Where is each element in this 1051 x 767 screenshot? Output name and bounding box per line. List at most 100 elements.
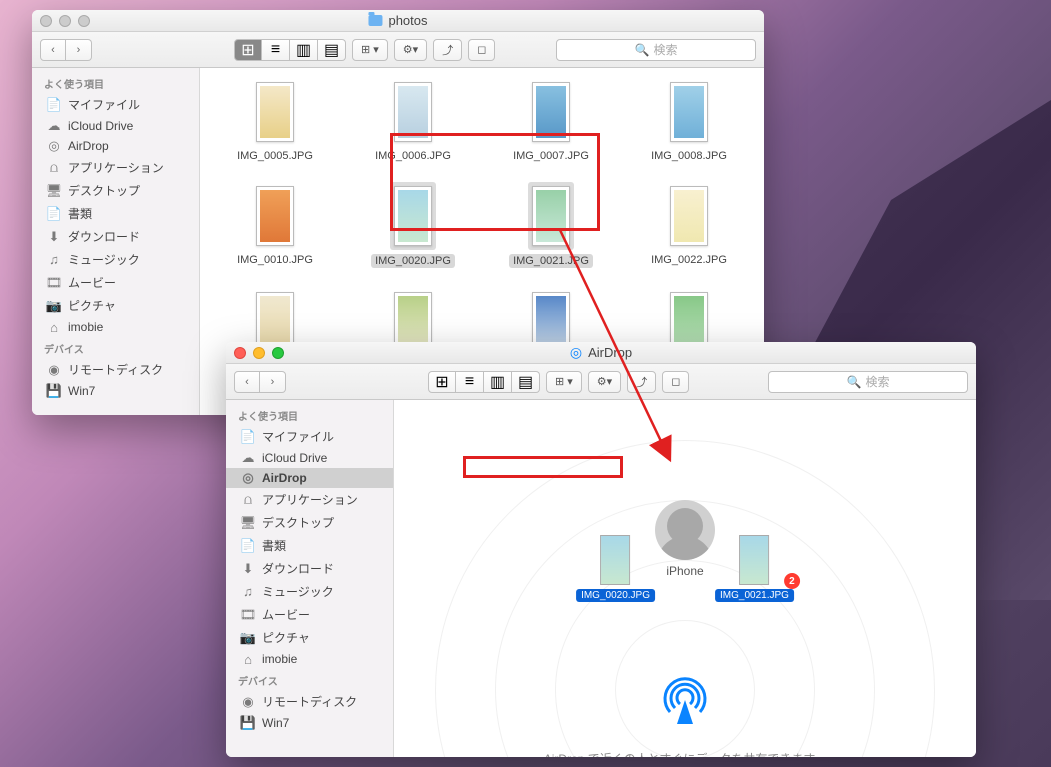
minimize-button[interactable] [253,347,265,359]
file-label: IMG_0022.JPG [651,254,727,266]
forward-button[interactable]: › [66,39,92,61]
close-button[interactable] [40,15,52,27]
file-label: IMG_0021.JPG [715,589,794,602]
sidebar-item-movie[interactable]: 🎞 ムービー [32,271,199,294]
sidebar-item-doc[interactable]: 📄 書類 [226,534,393,557]
sidebar-item-music[interactable]: ♫ ミュージック [226,580,393,603]
toolbar: ‹ › ⊞ ≡ ▥ ▤ ⊞ ▾ ⚙ ▾ ⤴ ◻ 🔍 検索 [32,32,764,68]
sidebar-item-apps[interactable]: ⩍ アプリケーション [32,156,199,179]
zoom-button[interactable] [78,15,90,27]
sidebar-item-disc[interactable]: ◉ リモートディスク [226,690,393,713]
file-item[interactable]: IMG_0020.JPG [367,178,459,272]
sidebar-header-devices: デバイス [32,337,199,358]
sidebar-item-pic[interactable]: 📷 ピクチャ [226,626,393,649]
file-item[interactable]: IMG_0022.JPG [647,178,731,272]
sidebar-item-disk[interactable]: 💾 Win7 [32,381,199,401]
disk-icon: 💾 [240,716,256,730]
arrange-button[interactable]: ⊞ ▾ [546,371,582,393]
sidebar-item-cloud[interactable]: ☁ iCloud Drive [32,116,199,136]
sidebar-item-desktop[interactable]: 🖥 デスクトップ [226,511,393,534]
file-item[interactable]: IMG_0021.JPG [505,178,597,272]
view-coverflow-button[interactable]: ▤ [512,371,540,393]
disc-icon: ◉ [46,363,62,377]
file-label: IMG_0020.JPG [371,254,455,268]
file-item[interactable]: IMG_0006.JPG [371,74,455,166]
view-column-button[interactable]: ▥ [290,39,318,61]
view-column-button[interactable]: ▥ [484,371,512,393]
window-title: photos [368,13,427,28]
movie-icon: 🎞 [240,608,256,622]
pic-icon: 📷 [46,299,62,313]
file-item[interactable]: IMG_0010.JPG [233,178,317,272]
file-item[interactable]: IMG_0008.JPG [647,74,731,166]
sidebar-header-devices: デバイス [226,669,393,690]
file-item[interactable]: IMG_0005.JPG [233,74,317,166]
dragged-file[interactable]: IMG_0021.JPG 2 [715,535,794,602]
sidebar-item-airdrop[interactable]: ◎ AirDrop [32,136,199,156]
search-input[interactable]: 🔍 検索 [556,39,756,61]
view-list-button[interactable]: ≡ [262,39,290,61]
sidebar-item-doc[interactable]: 📄 書類 [32,202,199,225]
sidebar-item-label: iCloud Drive [262,451,327,465]
tag-button[interactable]: ◻ [662,371,689,393]
view-icon-button[interactable]: ⊞ [234,39,262,61]
back-button[interactable]: ‹ [234,371,260,393]
sidebar-item-label: アプリケーション [68,159,164,176]
sidebar-item-doc[interactable]: 📄 マイファイル [226,425,393,448]
view-icon-button[interactable]: ⊞ [428,371,456,393]
minimize-button[interactable] [59,15,71,27]
view-coverflow-button[interactable]: ▤ [318,39,346,61]
view-list-button[interactable]: ≡ [456,371,484,393]
airdrop-content[interactable]: iPhone IMG_0020.JPG IMG_0021.JPG 2 [394,400,976,757]
sidebar-item-label: ピクチャ [68,297,116,314]
sidebar-item-music[interactable]: ♫ ミュージック [32,248,199,271]
sidebar-item-disc[interactable]: ◉ リモートディスク [32,358,199,381]
sidebar-item-download[interactable]: ⬇ ダウンロード [32,225,199,248]
thumbnail-icon [670,186,708,246]
doc-icon: 📄 [240,430,256,444]
sidebar-item-cloud[interactable]: ☁ iCloud Drive [226,448,393,468]
action-button[interactable]: ⚙ ▾ [394,39,427,61]
sidebar-item-label: AirDrop [68,139,109,153]
dragged-file[interactable]: IMG_0020.JPG [576,535,655,602]
finder-window-airdrop: ◎ AirDrop ‹ › ⊞ ≡ ▥ ▤ ⊞ ▾ ⚙ ▾ ⤴ ◻ 🔍 検索 よ… [226,342,976,757]
sidebar-item-home[interactable]: ⌂ imobie [32,317,199,337]
forward-button[interactable]: › [260,371,286,393]
zoom-button[interactable] [272,347,284,359]
sidebar-item-doc[interactable]: 📄 マイファイル [32,93,199,116]
toolbar: ‹ › ⊞ ≡ ▥ ▤ ⊞ ▾ ⚙ ▾ ⤴ ◻ 🔍 検索 [226,364,976,400]
thumbnail-icon [394,82,432,142]
file-label: IMG_0006.JPG [375,150,451,162]
arrange-button[interactable]: ⊞ ▾ [352,39,388,61]
sidebar-item-label: リモートディスク [68,361,163,378]
doc-icon: 📄 [240,539,256,553]
music-icon: ♫ [46,253,62,267]
sidebar-header-favorites: よく使う項目 [226,404,393,425]
airdrop-icon: ◎ [240,471,256,485]
share-button[interactable]: ⤴ [433,39,462,61]
sidebar-item-download[interactable]: ⬇ ダウンロード [226,557,393,580]
titlebar[interactable]: ◎ AirDrop [226,342,976,364]
tag-button[interactable]: ◻ [468,39,495,61]
sidebar-item-movie[interactable]: 🎞 ムービー [226,603,393,626]
sidebar-item-airdrop[interactable]: ◎ AirDrop [226,468,393,488]
download-icon: ⬇ [240,562,256,576]
home-icon: ⌂ [46,320,62,334]
back-button[interactable]: ‹ [40,39,66,61]
close-button[interactable] [234,347,246,359]
sidebar-item-label: AirDrop [262,471,307,485]
sidebar-item-pic[interactable]: 📷 ピクチャ [32,294,199,317]
action-button[interactable]: ⚙ ▾ [588,371,621,393]
sidebar-item-desktop[interactable]: 🖥 デスクトップ [32,179,199,202]
sidebar-item-label: ミュージック [262,583,334,600]
sidebar-item-apps[interactable]: ⩍ アプリケーション [226,488,393,511]
sidebar-item-home[interactable]: ⌂ imobie [226,649,393,669]
titlebar[interactable]: photos [32,10,764,32]
search-input[interactable]: 🔍 検索 [768,371,968,393]
sidebar: よく使う項目 📄 マイファイル ☁ iCloud Drive ◎ AirDrop… [226,400,394,757]
sidebar-item-disk[interactable]: 💾 Win7 [226,713,393,733]
file-label: IMG_0008.JPG [651,150,727,162]
file-item[interactable]: IMG_0007.JPG [509,74,593,166]
apps-icon: ⩍ [240,493,256,507]
share-button[interactable]: ⤴ [627,371,656,393]
